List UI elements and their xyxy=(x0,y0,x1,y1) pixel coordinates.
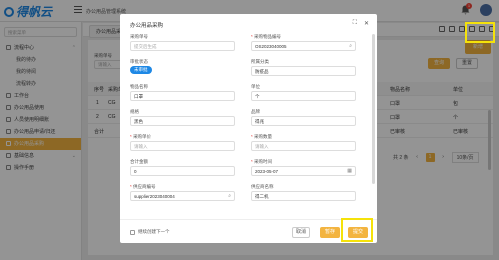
highlight-submit-button xyxy=(341,218,373,242)
checkbox-box[interactable] xyxy=(130,229,135,235)
purchase-no-input: 提交后生成 xyxy=(130,41,235,51)
field-label: * 供应商编号 xyxy=(130,184,156,189)
purchase-dialog: 办公用品采购 ⛶ ✕ 采购单号 提交后生成 * 采购物品编号 OS2023040… xyxy=(120,14,377,243)
field-item-code: * 采购物品编号 OS2023040005 ⌕ xyxy=(251,34,356,51)
calendar-icon[interactable]: ▦ xyxy=(347,168,352,174)
date-input[interactable]: 2023-05-07 ▦ xyxy=(251,166,356,176)
field-label-text: 采购时间 xyxy=(254,159,273,164)
total-input: 0 xyxy=(130,166,235,176)
field-price: * 采购单价 请输入 xyxy=(130,134,235,151)
item-code-value: OS2023040005 xyxy=(255,44,287,49)
price-input[interactable]: 请输入 xyxy=(130,141,235,151)
category-input: 防疫品 xyxy=(251,66,356,76)
supplier-code-input[interactable]: supplier2023040004 ⌕ xyxy=(130,191,235,201)
field-label-text: 采购物品编号 xyxy=(254,34,282,39)
field-spec: 规格 黑色 xyxy=(130,109,235,126)
checkbox-label: 继续创建下一个 xyxy=(138,229,170,234)
field-approval: 审批状态 未审批 xyxy=(130,59,235,76)
spec-input: 黑色 xyxy=(130,116,235,126)
field-label: 供应商名称 xyxy=(251,184,274,189)
field-total: 合计金额 0 xyxy=(130,159,235,176)
continue-create-checkbox[interactable]: 继续创建下一个 xyxy=(130,229,170,235)
field-label: * 采购时间 xyxy=(251,159,273,164)
dialog-body: 采购单号 提交后生成 * 采购物品编号 OS2023040005 ⌕ 审批状态 未… xyxy=(120,32,377,217)
field-label: 审批状态 xyxy=(130,59,148,64)
field-label: 所属分类 xyxy=(251,59,269,64)
field-item-name: 物品名称 口罩 xyxy=(130,84,235,101)
field-label: * 采购物品编号 xyxy=(251,34,282,39)
field-label: * 采购单价 xyxy=(130,134,152,139)
highlight-add-button xyxy=(465,22,495,43)
unit-input: 个 xyxy=(251,91,356,101)
field-label: * 采购数量 xyxy=(251,134,273,139)
field-category: 所属分类 防疫品 xyxy=(251,59,356,76)
item-code-input[interactable]: OS2023040005 ⌕ xyxy=(251,41,356,51)
field-label-text: 采购数量 xyxy=(254,134,273,139)
field-supplier-name: 供应商名称 得二机 xyxy=(251,184,356,201)
field-label-text: 供应商编号 xyxy=(133,184,156,189)
maximize-icon[interactable]: ⛶ xyxy=(353,20,357,27)
field-brand: 品牌 得兆 xyxy=(251,109,356,126)
date-value: 2023-05-07 xyxy=(255,169,279,174)
dialog-footer: 继续创建下一个 取消 暂存 提交 xyxy=(120,219,377,243)
item-name-input: 口罩 xyxy=(130,91,235,101)
brand-input: 得兆 xyxy=(251,116,356,126)
field-unit: 单位 个 xyxy=(251,84,356,101)
field-label-text: 采购单价 xyxy=(133,134,152,139)
cancel-button[interactable]: 取消 xyxy=(292,227,310,238)
field-label: 物品名称 xyxy=(130,84,148,89)
field-label: 采购单号 xyxy=(130,34,148,39)
supplier-name-input: 得二机 xyxy=(251,191,356,201)
field-purchase-no: 采购单号 提交后生成 xyxy=(130,34,235,51)
field-quantity: * 采购数量 请输入 xyxy=(251,134,356,151)
field-label: 合计金额 xyxy=(130,159,148,164)
search-icon[interactable]: ⌕ xyxy=(228,193,231,199)
close-icon[interactable]: ✕ xyxy=(364,20,369,27)
quantity-input[interactable]: 请输入 xyxy=(251,141,356,151)
supplier-code-value: supplier2023040004 xyxy=(134,194,175,199)
save-draft-button[interactable]: 暂存 xyxy=(320,227,340,238)
dialog-scrollbar[interactable] xyxy=(372,34,375,184)
field-supplier-code: * 供应商编号 supplier2023040004 ⌕ xyxy=(130,184,235,201)
search-icon[interactable]: ⌕ xyxy=(349,43,352,49)
approval-status-badge: 未审批 xyxy=(130,66,152,74)
dialog-tools: ⛶ ✕ xyxy=(353,20,369,27)
dialog-title: 办公用品采购 xyxy=(130,23,164,29)
field-label: 品牌 xyxy=(251,109,260,114)
field-label: 规格 xyxy=(130,109,139,114)
field-date: * 采购时间 2023-05-07 ▦ xyxy=(251,159,356,176)
field-label: 单位 xyxy=(251,84,260,89)
